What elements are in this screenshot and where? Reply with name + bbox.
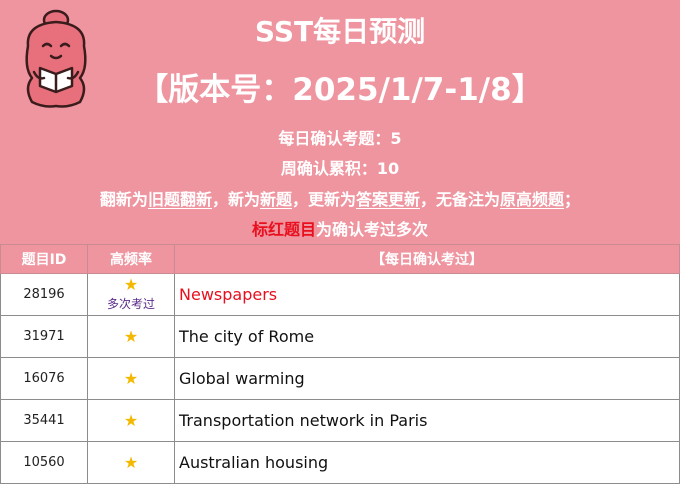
column-header-frequency: 高频率	[87, 244, 175, 274]
legend-text: ，更新为	[291, 190, 356, 209]
header-banner: SST每日预测 【版本号：2025/1/7-1/8】 每日确认考题：5 周确认累…	[0, 0, 680, 244]
frequency-cell: ★	[87, 357, 175, 400]
legend-text: 翻新为	[99, 190, 148, 209]
question-id: 28196	[0, 273, 88, 316]
question-topic: Australian housing	[174, 441, 680, 484]
star-icon: ★	[123, 452, 139, 472]
question-id: 31971	[0, 315, 88, 358]
legend-old-renew: 旧题翻新	[147, 190, 212, 209]
table-row: 10560 ★ Australian housing	[0, 441, 680, 484]
question-topic: Global warming	[174, 357, 680, 400]
table-row: 28196 ★ 多次考过 Newspapers	[0, 273, 680, 316]
frequency-cell: ★ 多次考过	[87, 273, 175, 316]
legend-line: 翻新为旧题翻新，新为新题，更新为答案更新，无备注为原高频题；	[0, 186, 680, 210]
question-topic: Transportation network in Paris	[174, 399, 680, 442]
legend-text: ，新为	[211, 190, 260, 209]
star-icon: ★	[123, 368, 139, 388]
red-note-line: 标红题目为确认考过多次	[0, 216, 680, 240]
question-topic: Newspapers	[174, 273, 680, 316]
version-label: 【版本号：2025/1/7-1/8】	[137, 72, 543, 108]
table-row: 16076 ★ Global warming	[0, 357, 680, 400]
red-note-label: 标红题目	[251, 220, 316, 239]
legend-text: ，无备注为	[420, 190, 501, 209]
legend-new-question: 新题	[259, 190, 292, 209]
daily-count: 每日确认考题：5	[278, 129, 402, 148]
frequency-cell: ★	[87, 399, 175, 442]
page-title: SST每日预测	[254, 15, 426, 48]
legend-answer-update: 答案更新	[356, 190, 421, 209]
star-icon: ★	[123, 326, 139, 346]
table-row: 31971 ★ The city of Rome	[0, 315, 680, 358]
weekly-count: 周确认累积：10	[280, 159, 400, 178]
question-topic: The city of Rome	[174, 315, 680, 358]
column-header-id: 题目ID	[0, 244, 88, 274]
table-row: 35441 ★ Transportation network in Paris	[0, 399, 680, 442]
frequency-cell: ★	[87, 441, 175, 484]
frequency-cell: ★	[87, 315, 175, 358]
column-header-topic: 【每日确认考过】	[174, 244, 680, 274]
legend-text: ；	[564, 190, 581, 209]
star-icon: ★	[123, 410, 139, 430]
question-id: 10560	[0, 441, 88, 484]
frequency-note: 多次考过	[106, 297, 155, 311]
question-id: 16076	[0, 357, 88, 400]
page: SST每日预测 【版本号：2025/1/7-1/8】 每日确认考题：5 周确认累…	[0, 0, 680, 487]
question-table: 题目ID 高频率 【每日确认考过】 28196 ★ 多次考过 Newspaper…	[0, 244, 680, 484]
red-note-text: 为确认考过多次	[316, 220, 429, 239]
star-icon: ★	[123, 275, 139, 294]
question-id: 35441	[0, 399, 88, 442]
table-header-row: 题目ID 高频率 【每日确认考过】	[0, 244, 680, 274]
legend-original-frequent: 原高频题	[500, 190, 565, 209]
